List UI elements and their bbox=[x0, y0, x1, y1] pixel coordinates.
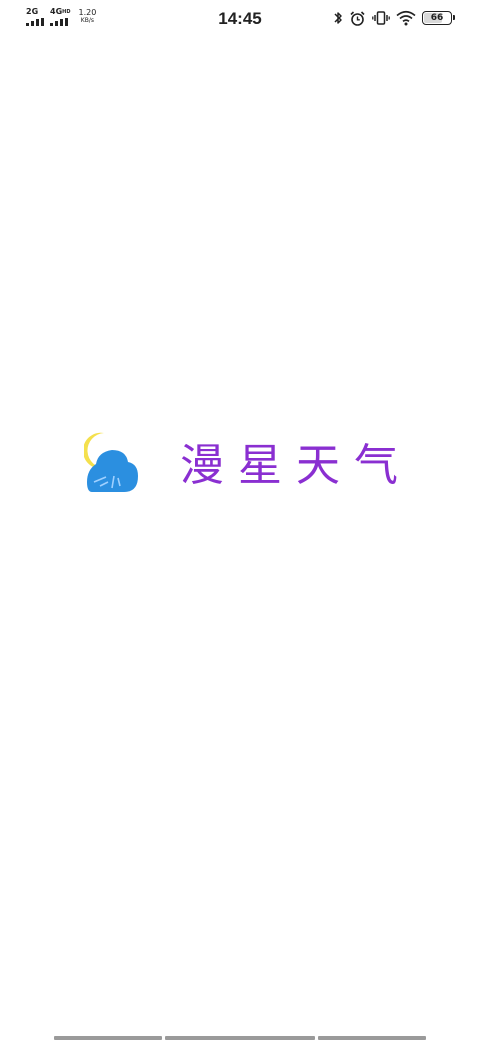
wifi-icon bbox=[396, 10, 416, 26]
gesture-bar-segment-right[interactable] bbox=[318, 1036, 426, 1040]
cloud-moon-logo-icon bbox=[84, 432, 138, 492]
bluetooth-icon bbox=[334, 12, 342, 24]
splash-branding: 漫星天气 bbox=[84, 430, 404, 500]
gesture-bar-segment-center[interactable] bbox=[165, 1036, 315, 1040]
alarm-icon bbox=[350, 10, 365, 26]
vibrate-icon bbox=[372, 11, 390, 25]
gesture-bar-segment-left[interactable] bbox=[54, 1036, 162, 1040]
battery-level: 66 bbox=[430, 13, 444, 23]
app-title: 漫星天气 bbox=[180, 440, 412, 491]
status-bar: 2G 4GHD 1.20 KB/s 14:45 66 bbox=[0, 0, 480, 36]
status-icons: 66 bbox=[333, 9, 455, 27]
battery-icon: 66 bbox=[422, 11, 455, 25]
gesture-navigation-bar[interactable] bbox=[54, 1036, 426, 1040]
